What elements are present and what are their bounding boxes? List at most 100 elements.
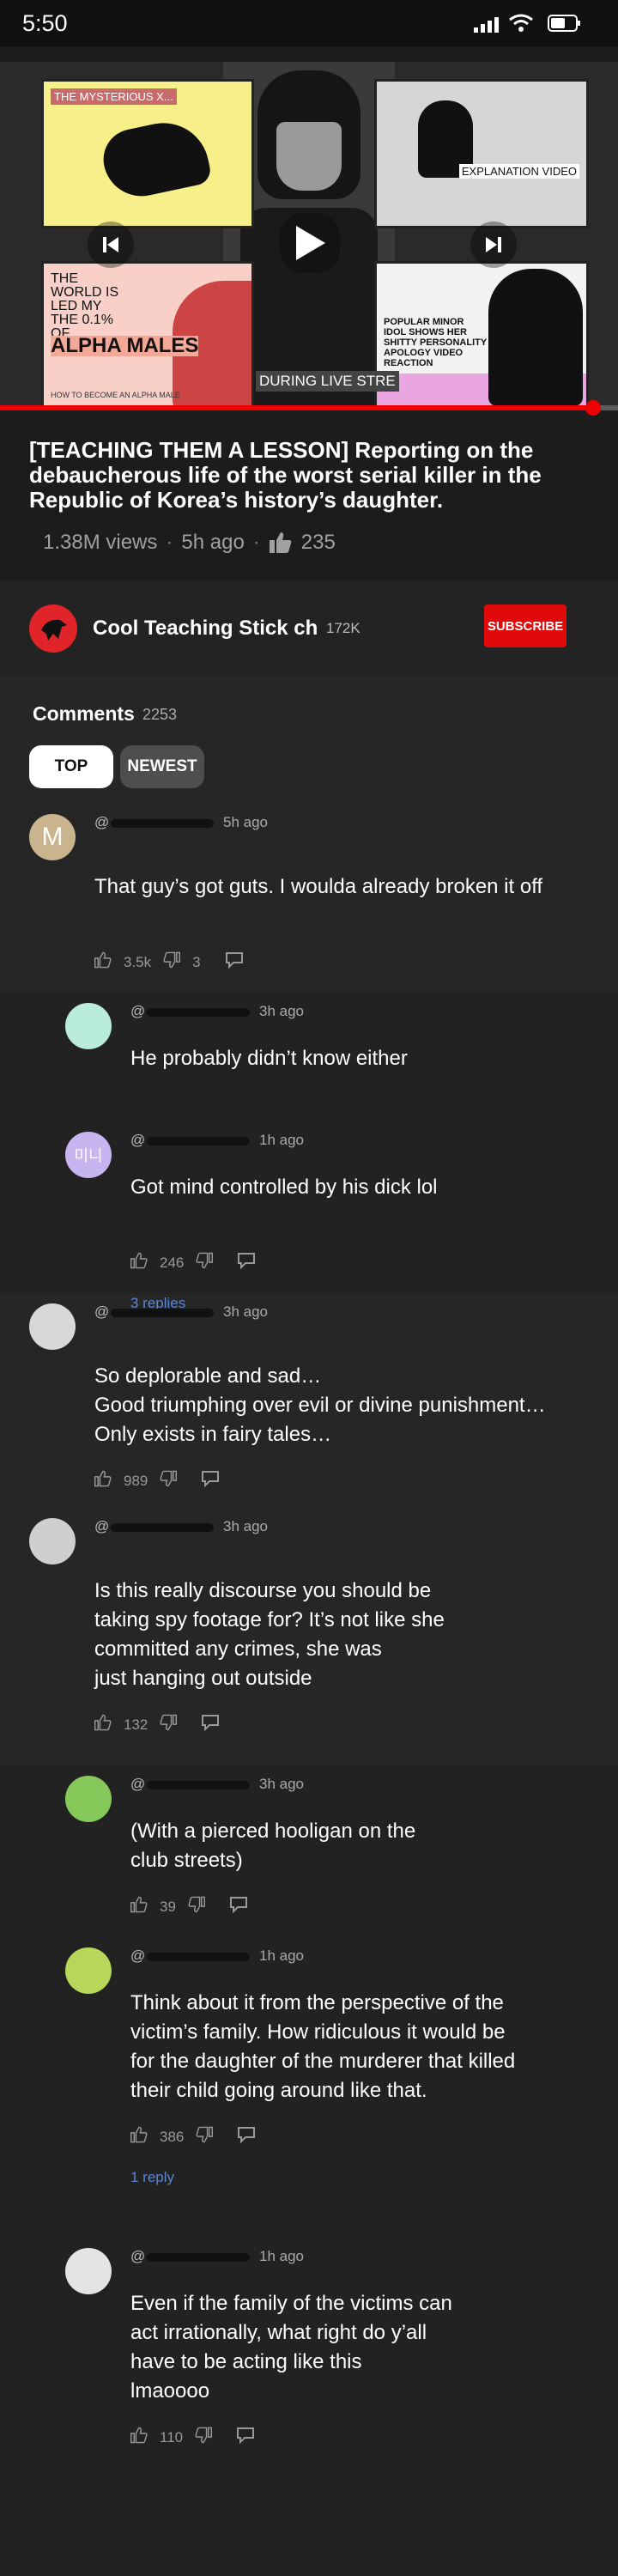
comment-handle[interactable]: @ — [94, 814, 215, 831]
like-icon[interactable] — [94, 951, 112, 973]
next-button[interactable] — [470, 222, 517, 268]
comment-handle[interactable]: @ — [130, 2248, 251, 2265]
comment-actions: 39 — [130, 1896, 248, 1917]
channel-avatar[interactable] — [29, 605, 77, 653]
comment-text-line: victim’s family. How ridiculous it would… — [130, 2020, 506, 2044]
video-meta: 1.38M views · 5h ago · 235 — [43, 531, 336, 555]
comment-time: 3h ago — [223, 1303, 268, 1320]
skip-next-icon — [486, 237, 501, 252]
reply-icon[interactable] — [236, 2427, 255, 2448]
comment-like-count: 246 — [160, 1254, 185, 1271]
commenter-avatar[interactable] — [29, 1518, 76, 1564]
comment-dislike-count: 3 — [192, 953, 201, 970]
comment-card: @3h ago Is this really discourse you shou… — [0, 1508, 618, 1765]
dislike-icon[interactable] — [160, 1714, 178, 1735]
comment-text-line: So deplorable and sad… — [94, 1364, 322, 1388]
comment-time: 3h ago — [259, 1776, 304, 1792]
comment-handle[interactable]: @ — [130, 1132, 251, 1149]
channel-name[interactable]: Cool Teaching Stick ch — [93, 617, 318, 641]
commenter-avatar[interactable] — [65, 1776, 112, 1822]
tab-top[interactable]: TOP — [29, 745, 113, 788]
comment-text: That guy’s got guts. I woulda already br… — [94, 875, 543, 898]
reply-icon[interactable] — [237, 1252, 256, 1273]
comment-text-line: club streets) — [130, 1849, 243, 1872]
comment-text-line: Think about it from the perspective of t… — [130, 1991, 504, 2014]
comment-actions: 132 — [94, 1714, 220, 1735]
like-icon[interactable] — [94, 1470, 112, 1492]
like-icon[interactable] — [130, 1896, 148, 1917]
wifi-icon — [509, 14, 533, 32]
comment-text-line: just hanging out outside — [94, 1667, 312, 1690]
comment-text: Is this really discourse you should be ta… — [94, 1577, 601, 1693]
comment-text: So deplorable and sad… Good triumphing ov… — [94, 1362, 601, 1449]
comment-handle[interactable]: @ — [130, 1776, 251, 1793]
like-icon[interactable] — [130, 2126, 148, 2148]
upload-time: 5h ago — [181, 531, 245, 554]
comment-handle[interactable]: @ — [130, 1003, 251, 1020]
dislike-icon[interactable] — [188, 1896, 205, 1917]
commenter-avatar[interactable] — [65, 1947, 112, 1994]
commenter-avatar[interactable] — [65, 1003, 112, 1049]
comment-text-line: their child going around like that. — [130, 2079, 427, 2102]
comment-text-line: lmaoooo — [130, 2379, 210, 2403]
view-replies-link[interactable]: 1 reply — [130, 2169, 174, 2186]
reply-icon[interactable] — [229, 1896, 248, 1917]
reply-icon[interactable] — [201, 1470, 220, 1492]
like-icon[interactable] — [130, 1252, 148, 1273]
comment-handle[interactable]: @ — [130, 1947, 251, 1965]
commenter-avatar[interactable]: M — [29, 814, 76, 860]
comment-card: @3h agoHe probably didn’t know either89 — [0, 993, 618, 1142]
like-count: 235 — [300, 531, 336, 554]
commenter-avatar[interactable]: 미니 — [65, 1132, 112, 1178]
dislike-icon[interactable] — [163, 951, 181, 973]
comment-time: 3h ago — [223, 1518, 268, 1534]
subscribe-button[interactable]: SUBSCRIBE — [484, 605, 566, 647]
comment-actions: 989 — [94, 1470, 220, 1492]
video-panel-1: THE MYSTERIOUS X... — [41, 79, 254, 228]
comment-text-line: taking spy footage for? It’s not like sh… — [94, 1608, 445, 1631]
panel-3-title: THE WORLD IS LED MY THE 0.1% OF — [51, 271, 119, 341]
panel-1-title: THE MYSTERIOUS X... — [51, 88, 177, 105]
commenter-avatar[interactable] — [29, 1303, 76, 1350]
comment-text-line: Even if the family of the victims can — [130, 2292, 452, 2315]
comment-card: M @5h ago That guy’s got guts. I woulda al… — [0, 804, 618, 993]
dislike-icon[interactable] — [160, 1470, 178, 1492]
commenter-avatar[interactable] — [65, 2248, 112, 2294]
tab-newest[interactable]: NEWEST — [120, 745, 204, 788]
comment-like-count: 3.5k — [124, 953, 152, 970]
video-progress-bar[interactable] — [0, 400, 618, 416]
comment-handle[interactable]: @ — [94, 1303, 215, 1321]
like-icon[interactable] — [94, 1714, 112, 1735]
dislike-icon[interactable] — [196, 1252, 214, 1273]
channel-logo-icon — [41, 619, 67, 641]
progress-scrubber[interactable] — [585, 400, 602, 416]
reply-icon[interactable] — [225, 951, 244, 973]
status-time: 5:50 — [22, 10, 68, 36]
comment-handle[interactable]: @ — [94, 1518, 215, 1535]
comment-text-line: Only exists in fairy tales… — [94, 1423, 332, 1446]
channel-row[interactable]: Cool Teaching Stick ch 172K SUBSCRIBE — [0, 580, 618, 675]
view-count: 1.38M views — [43, 531, 158, 554]
comment-actions: 3.5k 3 — [94, 951, 244, 973]
comment-text-line: have to be acting like this — [130, 2350, 362, 2373]
meta-separator: · — [252, 531, 260, 554]
reply-icon[interactable] — [201, 1714, 220, 1735]
like-icon[interactable] — [130, 2427, 148, 2448]
comments-section: Comments 2253 TOP NEWEST M @5h ago That gu… — [0, 675, 618, 2576]
thumbs-up-icon[interactable] — [269, 532, 293, 554]
video-panel-2: EXPLANATION VIDEO — [374, 79, 589, 228]
meta-separator: · — [166, 531, 173, 554]
dislike-icon[interactable] — [195, 2427, 213, 2448]
video-player[interactable]: THE MYSTERIOUS X... EXPLANATION VIDEO TH… — [0, 62, 618, 405]
comment-time: 1h ago — [259, 1132, 304, 1148]
comments-heading: Comments — [33, 702, 135, 725]
comment-card: @1h ago Think about it from the perspecti… — [0, 1937, 618, 2238]
video-caption: DURING LIVE STRE — [256, 371, 399, 392]
battery-icon — [548, 15, 580, 32]
dislike-icon[interactable] — [196, 2126, 214, 2148]
comment-text-line: committed any crimes, she was — [94, 1637, 382, 1661]
play-button[interactable] — [280, 213, 340, 273]
previous-button[interactable] — [88, 222, 134, 268]
comment-like-count: 110 — [160, 2428, 184, 2445]
reply-icon[interactable] — [237, 2126, 256, 2148]
